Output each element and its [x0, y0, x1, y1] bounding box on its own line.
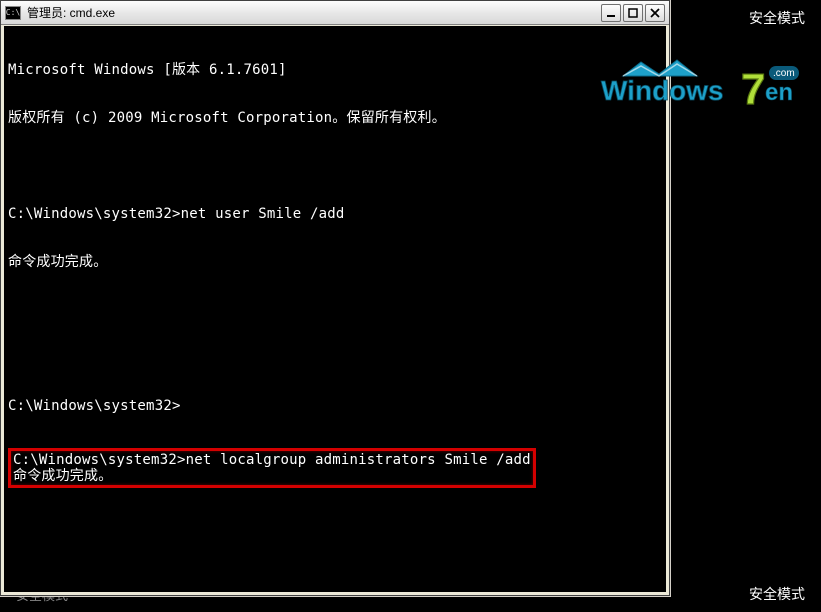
terminal-line: C:\Windows\system32>net localgroup admin… [13, 452, 531, 468]
terminal-blank [8, 302, 666, 318]
command-text: net localgroup administrators Smile /add [186, 452, 531, 468]
window-controls [601, 4, 665, 22]
close-icon [650, 8, 660, 18]
cmd-window: C:\ 管理员: cmd.exe Microsoft Windows [版本 6… [0, 0, 670, 596]
maximize-icon [628, 8, 638, 18]
terminal-blank [8, 522, 666, 538]
close-button[interactable] [645, 4, 665, 22]
safe-mode-label-top: 安全模式 [749, 8, 805, 28]
terminal-blank [8, 158, 666, 174]
highlight-box: C:\Windows\system32>net localgroup admin… [8, 446, 666, 490]
minimize-icon [606, 8, 616, 18]
watermark-text: 7 [741, 65, 765, 110]
minimize-button[interactable] [601, 4, 621, 22]
prompt: C:\Windows\system32> [8, 206, 181, 222]
safe-mode-label-bottom: 安全模式 [749, 584, 805, 604]
terminal-line: C:\Windows\system32> [8, 398, 666, 414]
window-title: 管理员: cmd.exe [27, 4, 601, 21]
watermark-text: en [765, 79, 793, 106]
watermark-text: .com [773, 68, 795, 79]
terminal-blank [8, 350, 666, 366]
cmd-icon: C:\ [5, 6, 21, 20]
maximize-button[interactable] [623, 4, 643, 22]
terminal-line: 版权所有 (c) 2009 Microsoft Corporation。保留所有… [8, 110, 666, 126]
terminal-blank [8, 570, 666, 586]
command-text: net user Smile /add [181, 206, 345, 222]
terminal-line: 命令成功完成。 [8, 254, 666, 270]
terminal-line: 命令成功完成。 [13, 468, 531, 484]
titlebar[interactable]: C:\ 管理员: cmd.exe [1, 1, 669, 25]
prompt: C:\Windows\system32> [13, 452, 186, 468]
terminal-line: C:\Windows\system32>net user Smile /add [8, 206, 666, 222]
terminal-area[interactable]: Microsoft Windows [版本 6.1.7601] 版权所有 (c)… [4, 26, 666, 592]
terminal-line: Microsoft Windows [版本 6.1.7601] [8, 62, 666, 78]
